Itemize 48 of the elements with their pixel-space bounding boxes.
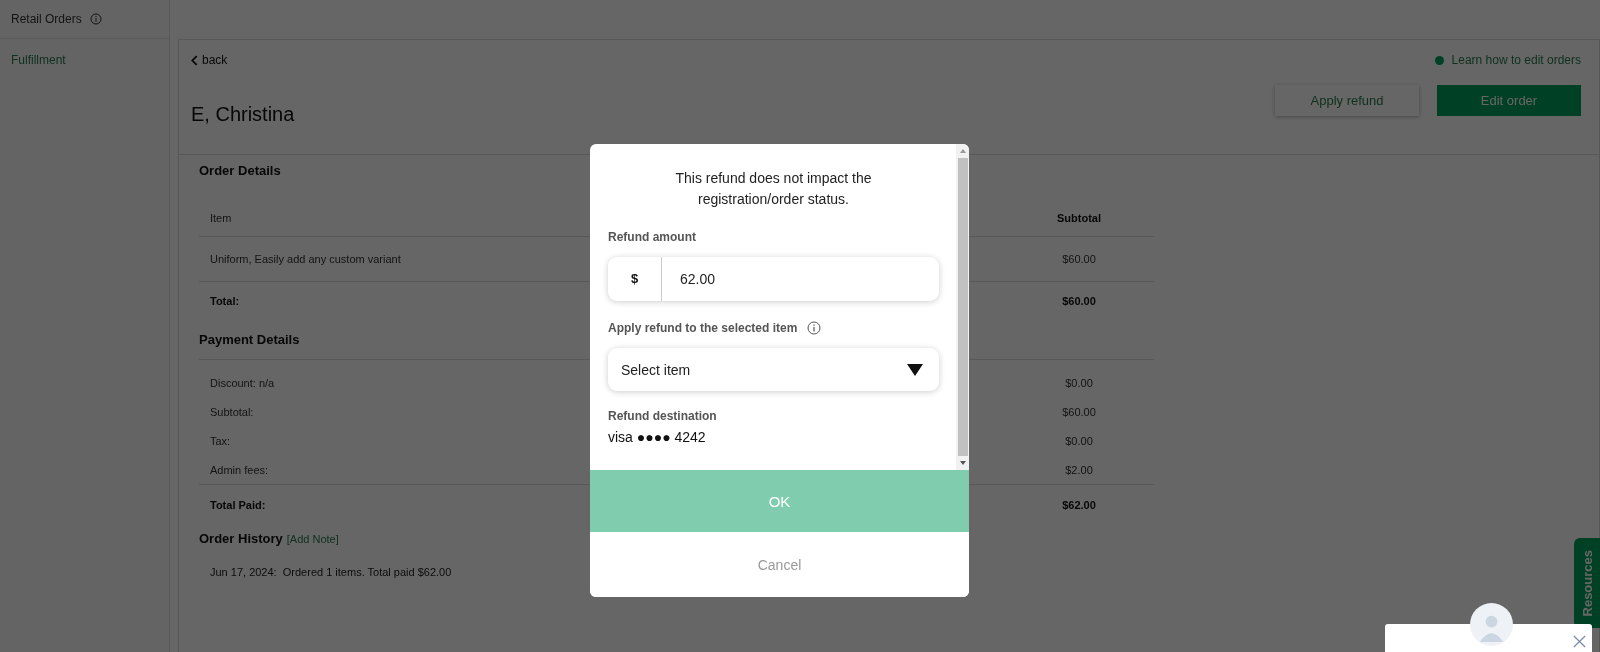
payment-value: $60.00 [1061,405,1097,418]
avatar-icon [1470,603,1513,646]
field-label: Refund amount [608,230,697,244]
section-title: Order History [199,531,283,546]
refund-button[interactable]: Apply refund [1275,85,1419,116]
amount-input[interactable]: 62.00 [662,270,882,288]
section-title: Retail Orders [11,12,82,26]
card-number: visa ●●●● 4242 [608,429,707,445]
payment-label: Subtotal: [210,405,254,418]
item-dropdown[interactable]: Select item [608,348,939,391]
info-icon[interactable] [89,13,102,25]
ok-button[interactable]: OK [590,470,969,532]
field-label: Apply refund to the selected item [608,321,798,335]
payment-label: Admin fees: [210,463,269,476]
sidebar-item[interactable]: Fulfillment [11,53,66,67]
edit-button[interactable]: Edit order [1437,85,1581,116]
status-dot [1434,55,1444,65]
add-note-link[interactable]: [Add Note] [286,533,339,545]
scrollbar[interactable] [956,144,969,470]
payment-value: $2.00 [1064,463,1094,476]
amount-field[interactable]: $ 62.00 [608,257,939,301]
payment-label: Tax: [210,434,231,447]
scroll-up-icon[interactable] [958,148,967,154]
help-link[interactable]: Learn how to edit orders [1451,53,1581,67]
scroll-down-icon[interactable] [958,460,967,466]
payment-value: $0.00 [1064,376,1094,389]
history-entry: Jun 17, 2024: Ordered 1 items. Total paid $62.00 [210,566,453,578]
dialog-message: This refund does not impact the registration/order status. [674,169,873,209]
close-icon[interactable] [1573,635,1586,648]
total-label: Total Paid: [210,499,266,511]
total-value: $60.00 [1061,295,1097,307]
column-header: Item [210,212,232,224]
table-cell: Uniform, Easily add any custom variant [210,253,401,265]
back-link[interactable]: back [191,53,228,67]
caret-down-icon [907,363,923,376]
payment-value: $0.00 [1064,434,1094,447]
info-icon[interactable] [807,321,822,335]
section-title: Order Details [199,163,281,178]
total-label: Total: [210,295,240,307]
field-label: Refund destination [608,409,718,423]
total-value: $62.00 [1061,499,1097,511]
resources-tab[interactable]: Resources [1574,538,1600,628]
payment-label: Discount: n/a [210,376,275,389]
column-header: Subtotal [1056,212,1102,224]
table-cell-text: $60.00 [1061,253,1097,265]
customer-name: E, Christina [191,103,295,126]
chevron-left-icon [191,54,198,66]
section-title: Payment Details [199,332,300,347]
